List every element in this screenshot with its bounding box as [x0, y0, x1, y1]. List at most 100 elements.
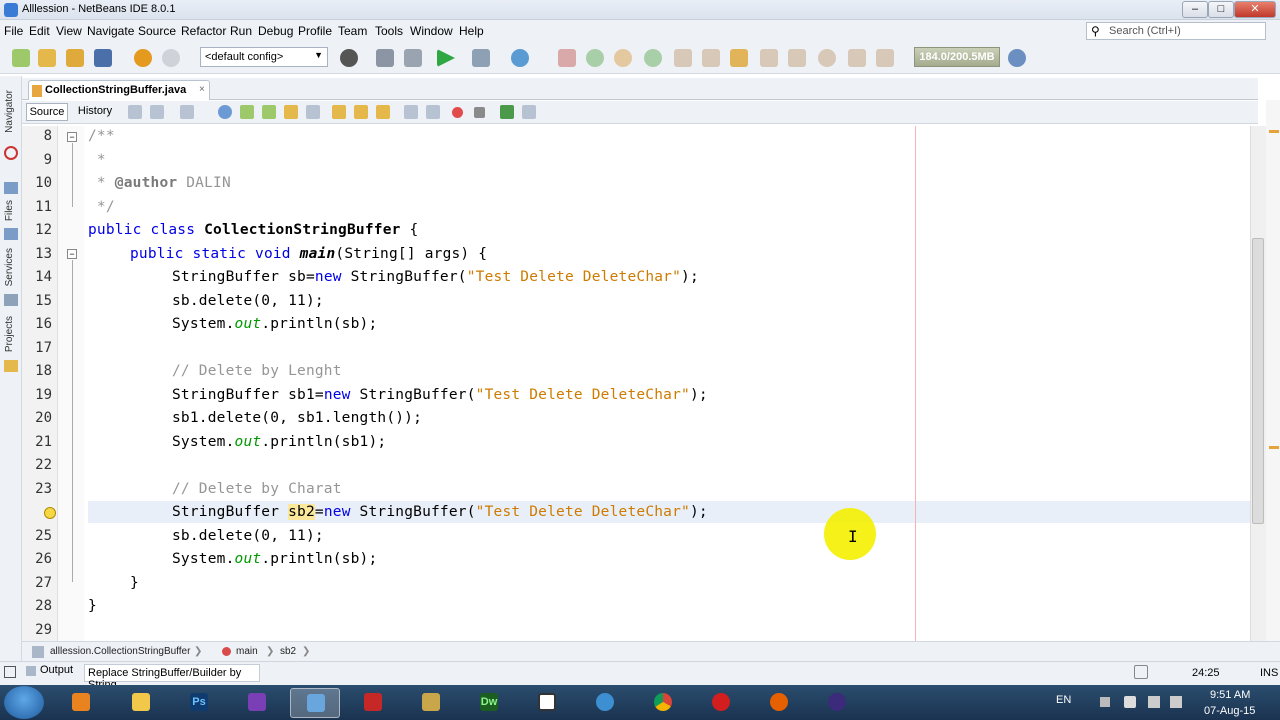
- new-file-icon[interactable]: [12, 49, 30, 67]
- source-button[interactable]: Source: [26, 103, 68, 121]
- stop-icon[interactable]: [558, 49, 576, 67]
- step-out-icon[interactable]: [730, 49, 748, 67]
- taskbar-eclipse[interactable]: [812, 688, 862, 718]
- maximize-button[interactable]: □: [1208, 1, 1234, 18]
- uncomment-icon[interactable]: [522, 105, 536, 119]
- menu-refactor[interactable]: Refactor: [181, 24, 226, 38]
- fold-toggle[interactable]: −: [67, 132, 77, 142]
- continue-icon[interactable]: [586, 49, 604, 67]
- next-bookmark-icon[interactable]: [354, 105, 368, 119]
- tab-collection-string-buffer[interactable]: CollectionStringBuffer.java ×: [28, 80, 210, 100]
- memory-indicator[interactable]: 184.0/200.5MB: [914, 47, 1000, 67]
- pause-icon[interactable]: [614, 49, 632, 67]
- build-icon[interactable]: [376, 49, 394, 67]
- shift-right-icon[interactable]: [426, 105, 440, 119]
- language-indicator[interactable]: EN: [1056, 694, 1071, 706]
- shift-left-icon[interactable]: [404, 105, 418, 119]
- open-project-icon[interactable]: [66, 49, 84, 67]
- tab-close-icon[interactable]: ×: [199, 84, 205, 95]
- step-over-icon[interactable]: [674, 49, 692, 67]
- navigator-tab[interactable]: Navigator: [4, 90, 15, 133]
- menu-debug[interactable]: Debug: [258, 24, 293, 38]
- start-macro-icon[interactable]: [452, 107, 463, 118]
- taskbar-dreamweaver[interactable]: Dw: [464, 688, 514, 718]
- comment-icon[interactable]: [500, 105, 514, 119]
- breadcrumb-method[interactable]: main: [236, 646, 258, 657]
- warning-mark[interactable]: [1269, 130, 1279, 133]
- tray-arrow-icon[interactable]: [1100, 697, 1110, 707]
- debug-icon[interactable]: [472, 49, 490, 67]
- step-into-icon[interactable]: [702, 49, 720, 67]
- menu-navigate[interactable]: Navigate: [87, 24, 134, 38]
- config-select[interactable]: <default config> ▼: [200, 47, 328, 67]
- menu-team[interactable]: Team: [338, 24, 367, 38]
- toggle-highlight-icon[interactable]: [284, 105, 298, 119]
- menu-tools[interactable]: Tools: [375, 24, 403, 38]
- taskbar-network[interactable]: [580, 688, 630, 718]
- back-icon[interactable]: [150, 105, 164, 119]
- breadcrumb-variable[interactable]: sb2: [280, 646, 296, 657]
- run-icon[interactable]: [437, 49, 455, 67]
- menu-run[interactable]: Run: [230, 24, 252, 38]
- taskbar-explorer[interactable]: [116, 688, 166, 718]
- menu-edit[interactable]: Edit: [29, 24, 50, 38]
- taskbar-firefox[interactable]: [754, 688, 804, 718]
- find-next-icon[interactable]: [262, 105, 276, 119]
- menu-help[interactable]: Help: [459, 24, 484, 38]
- find-previous-icon[interactable]: [240, 105, 254, 119]
- menu-view[interactable]: View: [56, 24, 82, 38]
- new-project-icon[interactable]: [38, 49, 56, 67]
- taskbar-filezilla[interactable]: [348, 688, 398, 718]
- tray-network-icon[interactable]: [1148, 696, 1160, 708]
- fold-toggle[interactable]: −: [67, 249, 77, 259]
- threads-icon[interactable]: [876, 49, 894, 67]
- find-icon[interactable]: [218, 105, 232, 119]
- run-to-cursor-icon[interactable]: [760, 49, 778, 67]
- toggle-rect-select-icon[interactable]: [306, 105, 320, 119]
- clock-time[interactable]: 9:51 AM: [1210, 689, 1250, 701]
- globe-icon[interactable]: [340, 49, 358, 67]
- breadcrumb-class[interactable]: alllession.CollectionStringBuffer: [50, 646, 190, 657]
- taskbar-chrome[interactable]: [638, 688, 688, 718]
- notifications-icon[interactable]: [1134, 665, 1148, 679]
- menu-source[interactable]: Source: [138, 24, 176, 38]
- menu-profile[interactable]: Profile: [298, 24, 332, 38]
- projects-tab[interactable]: Projects: [4, 316, 15, 352]
- redo-icon[interactable]: [162, 49, 180, 67]
- apply-changes-icon[interactable]: [788, 49, 806, 67]
- maximize-output-icon[interactable]: [4, 666, 16, 678]
- search-input[interactable]: ⚲ Search (Ctrl+I): [1086, 22, 1266, 40]
- menu-window[interactable]: Window: [410, 24, 453, 38]
- menu-file[interactable]: File: [4, 24, 23, 38]
- close-button[interactable]: ✕: [1234, 1, 1276, 18]
- taskbar-media-player[interactable]: [56, 688, 106, 718]
- take-snapshot-icon[interactable]: [818, 49, 836, 67]
- warning-mark[interactable]: [1269, 446, 1279, 449]
- tray-flag-icon[interactable]: [1124, 696, 1136, 708]
- save-all-icon[interactable]: [94, 49, 112, 67]
- undo-icon[interactable]: [134, 49, 152, 67]
- taskbar-photoshop[interactable]: Ps: [174, 688, 224, 718]
- toggle-bookmark-icon[interactable]: [376, 105, 390, 119]
- forward-icon[interactable]: [180, 105, 194, 119]
- heap-icon[interactable]: [848, 49, 866, 67]
- services-tab[interactable]: Services: [4, 248, 15, 286]
- previous-bookmark-icon[interactable]: [332, 105, 346, 119]
- scrollbar-thumb[interactable]: [1252, 238, 1264, 524]
- taskbar-tool[interactable]: [406, 688, 456, 718]
- hint-bulb-icon[interactable]: [44, 507, 56, 519]
- gc-icon[interactable]: [1008, 49, 1026, 67]
- tray-volume-icon[interactable]: [1170, 696, 1182, 708]
- last-edit-icon[interactable]: [128, 105, 142, 119]
- clock-date[interactable]: 07-Aug-15: [1204, 705, 1255, 717]
- taskbar-opera[interactable]: [696, 688, 746, 718]
- history-button[interactable]: History: [72, 103, 118, 121]
- stop-macro-icon[interactable]: [474, 107, 485, 118]
- taskbar-window[interactable]: [522, 688, 572, 718]
- start-button[interactable]: [4, 686, 44, 719]
- clean-build-icon[interactable]: [404, 49, 422, 67]
- profile-icon[interactable]: [511, 49, 529, 67]
- taskbar-netbeans[interactable]: [290, 688, 340, 718]
- taskbar-visual-studio[interactable]: [232, 688, 282, 718]
- files-tab[interactable]: Files: [4, 200, 15, 221]
